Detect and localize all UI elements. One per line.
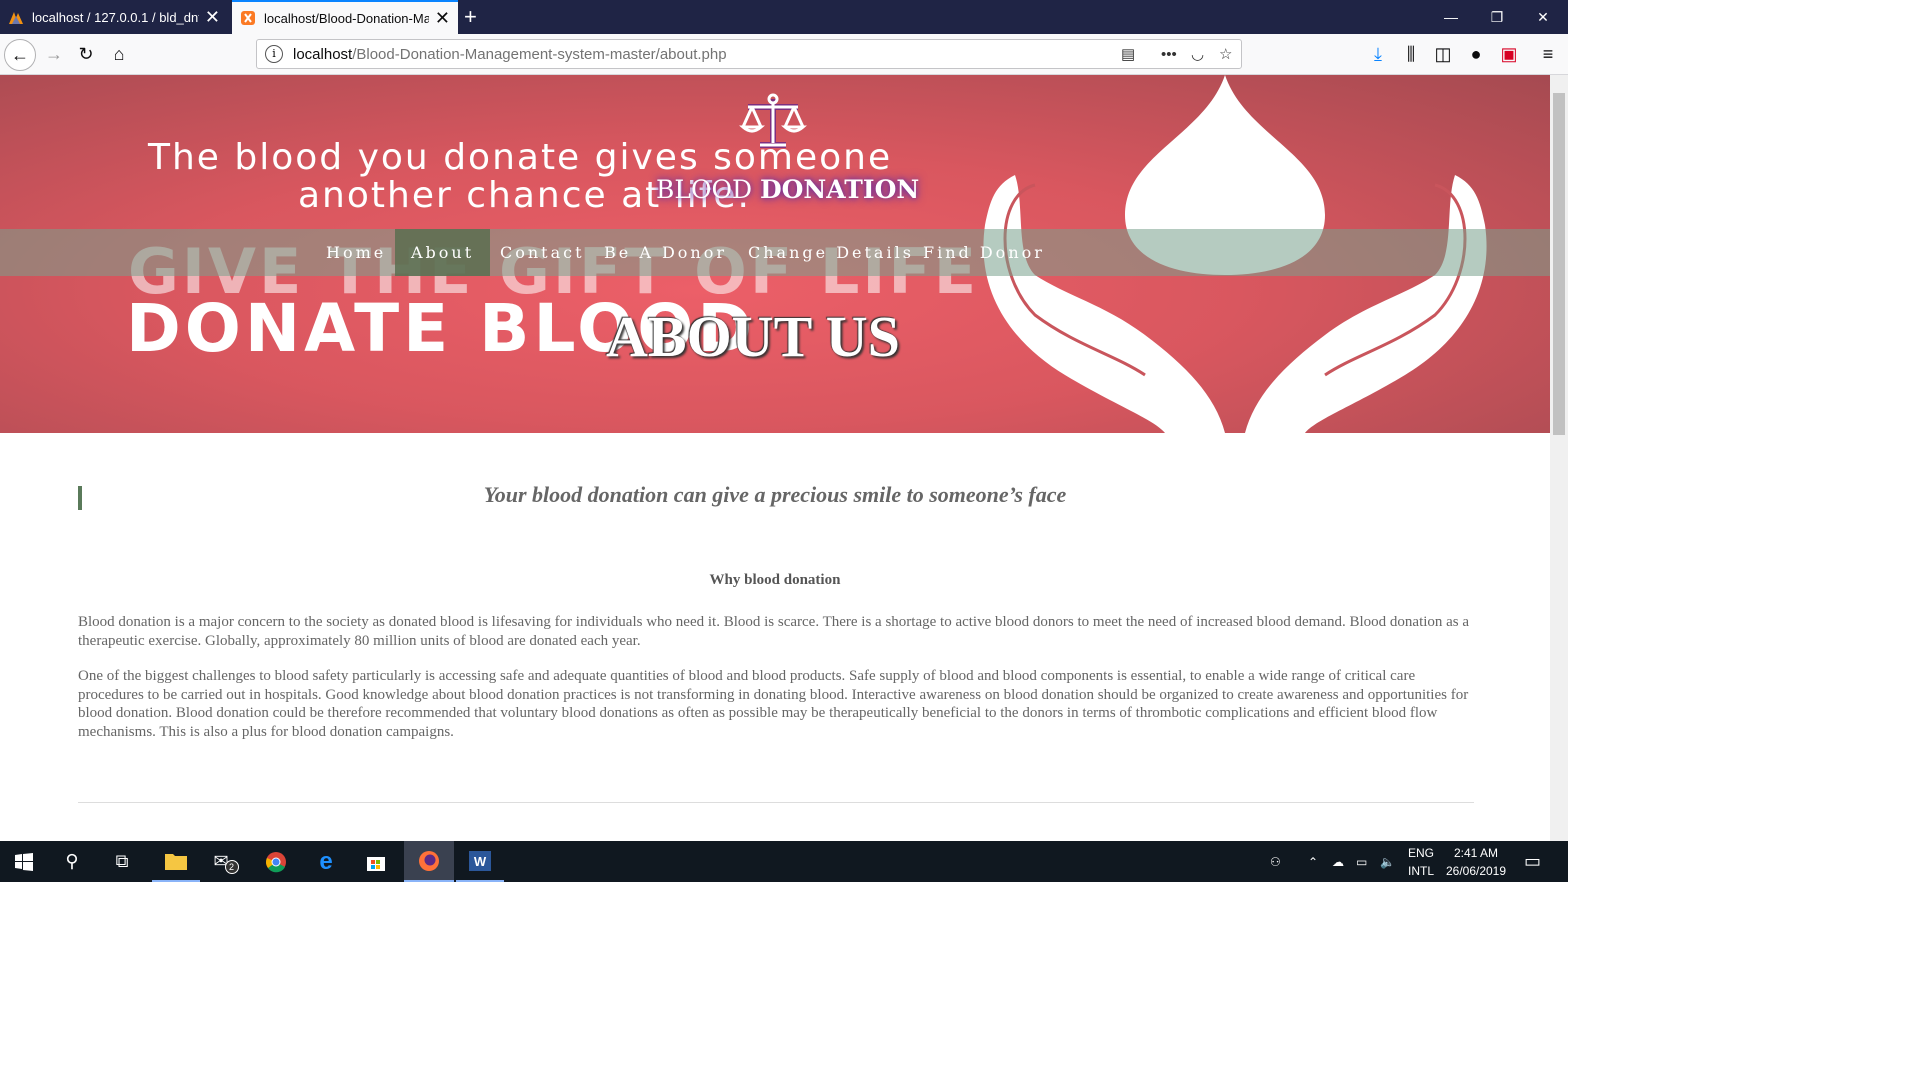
close-tab-icon[interactable]: ✕: [435, 9, 450, 27]
section-heading: Why blood donation: [709, 572, 841, 588]
page-actions-icon[interactable]: •••: [1161, 40, 1177, 68]
reader-view-icon[interactable]: ▤: [1121, 40, 1135, 68]
svg-text:W: W: [474, 854, 487, 869]
url-text[interactable]: localhost/Blood-Donation-Management-syst…: [293, 46, 727, 63]
scrollbar-thumb[interactable]: [1553, 93, 1565, 435]
back-arrow-icon[interactable]: ←: [4, 39, 36, 71]
onedrive-icon[interactable]: ☁: [1332, 841, 1344, 882]
task-view-icon[interactable]: ⧉: [98, 841, 146, 882]
tab-title: localhost / 127.0.0.1 / bld_dntn: [32, 9, 199, 25]
nav-find-donor[interactable]: Find Donor: [907, 229, 1061, 276]
url-bar[interactable]: i localhost/Blood-Donation-Management-sy…: [256, 39, 1242, 69]
browser-tab-strip: localhost / 127.0.0.1 / bld_dntn ✕ local…: [0, 0, 1568, 34]
restore-icon[interactable]: ❐: [1474, 0, 1520, 34]
nav-change-details[interactable]: Change Details: [732, 229, 930, 276]
windows-start-icon[interactable]: [0, 841, 48, 882]
hamburger-menu-icon[interactable]: ≡: [1532, 38, 1564, 70]
battery-icon[interactable]: ▭: [1356, 841, 1367, 882]
notification-center-icon[interactable]: ▭: [1524, 841, 1541, 882]
divider: [78, 802, 1474, 803]
pocket-icon[interactable]: ◡: [1191, 40, 1204, 68]
chrome-icon[interactable]: [252, 841, 300, 882]
hero-banner: The blood you donate gives someone anoth…: [0, 75, 1550, 433]
browser-tab-about[interactable]: localhost/Blood-Donation-Manag ✕: [232, 0, 458, 34]
home-icon[interactable]: ⌂: [103, 38, 135, 70]
search-icon[interactable]: ⚲: [48, 841, 96, 882]
show-hidden-icons-chevron-icon[interactable]: ⌃: [1308, 841, 1318, 882]
site-brand[interactable]: BLOOD DONATION: [656, 175, 919, 204]
browser-toolbar: ← → ↻ ⌂ i localhost/Blood-Donation-Manag…: [0, 34, 1568, 75]
windows-taskbar: ⚲ ⧉ ✉ 2 e W ⚇ ⌃ ☁ ▭ 🔈 ENG INTL 2:41 AM 26/0…: [0, 841, 1568, 882]
nav-about[interactable]: About: [395, 229, 491, 276]
forward-arrow-icon[interactable]: →: [38, 38, 70, 70]
input-language[interactable]: ENG INTL: [1404, 844, 1438, 880]
library-icon[interactable]: ⫼: [1395, 38, 1427, 70]
browser-tab-phpmyadmin[interactable]: localhost / 127.0.0.1 / bld_dntn ✕: [0, 0, 228, 34]
file-explorer-icon[interactable]: [152, 841, 200, 882]
scales-logo-icon: [739, 93, 807, 148]
phpmyadmin-icon: [9, 12, 23, 24]
nav-be-a-donor[interactable]: Be A Donor: [588, 229, 743, 276]
page-title: ABOUT US: [606, 304, 900, 369]
firefox-icon[interactable]: [404, 841, 454, 882]
people-icon[interactable]: ⚇: [1270, 841, 1281, 882]
bookmark-star-icon[interactable]: ☆: [1219, 40, 1232, 68]
close-tab-icon[interactable]: ✕: [205, 8, 220, 26]
volume-icon[interactable]: 🔈: [1380, 841, 1395, 882]
main-nav: Home About Contact Be A Donor Change Det…: [0, 229, 1550, 276]
new-tab-icon[interactable]: +: [464, 4, 477, 30]
nav-contact[interactable]: Contact: [484, 229, 601, 276]
blockquote: Your blood donation can give a precious …: [483, 482, 1067, 507]
pocket-list-icon[interactable]: ▣: [1493, 38, 1525, 70]
paragraph-1: Blood donation is a major concern to the…: [78, 614, 1470, 649]
nav-home[interactable]: Home: [310, 229, 402, 276]
tab-title: localhost/Blood-Donation-Manag: [264, 10, 429, 26]
xampp-icon: [241, 11, 255, 25]
minimize-icon[interactable]: —: [1428, 0, 1474, 34]
close-window-icon[interactable]: ✕: [1520, 0, 1566, 34]
clock[interactable]: 2:41 AM 26/06/2019: [1444, 844, 1508, 880]
sidebar-icon[interactable]: ◫: [1427, 38, 1459, 70]
mail-icon[interactable]: ✉ 2: [202, 841, 250, 882]
store-icon[interactable]: [352, 841, 400, 882]
page-scrollbar[interactable]: [1550, 75, 1568, 841]
web-page: The blood you donate gives someone anoth…: [0, 75, 1550, 841]
word-icon[interactable]: W: [456, 841, 504, 882]
reload-icon[interactable]: ↻: [70, 38, 102, 70]
downloads-icon[interactable]: ⤓: [1362, 38, 1394, 70]
site-info-icon[interactable]: i: [265, 45, 283, 63]
account-icon[interactable]: ●: [1460, 38, 1492, 70]
edge-icon[interactable]: e: [302, 841, 350, 882]
mail-badge: 2: [224, 859, 239, 874]
paragraph-2: One of the biggest challenges to blood s…: [78, 668, 1469, 740]
